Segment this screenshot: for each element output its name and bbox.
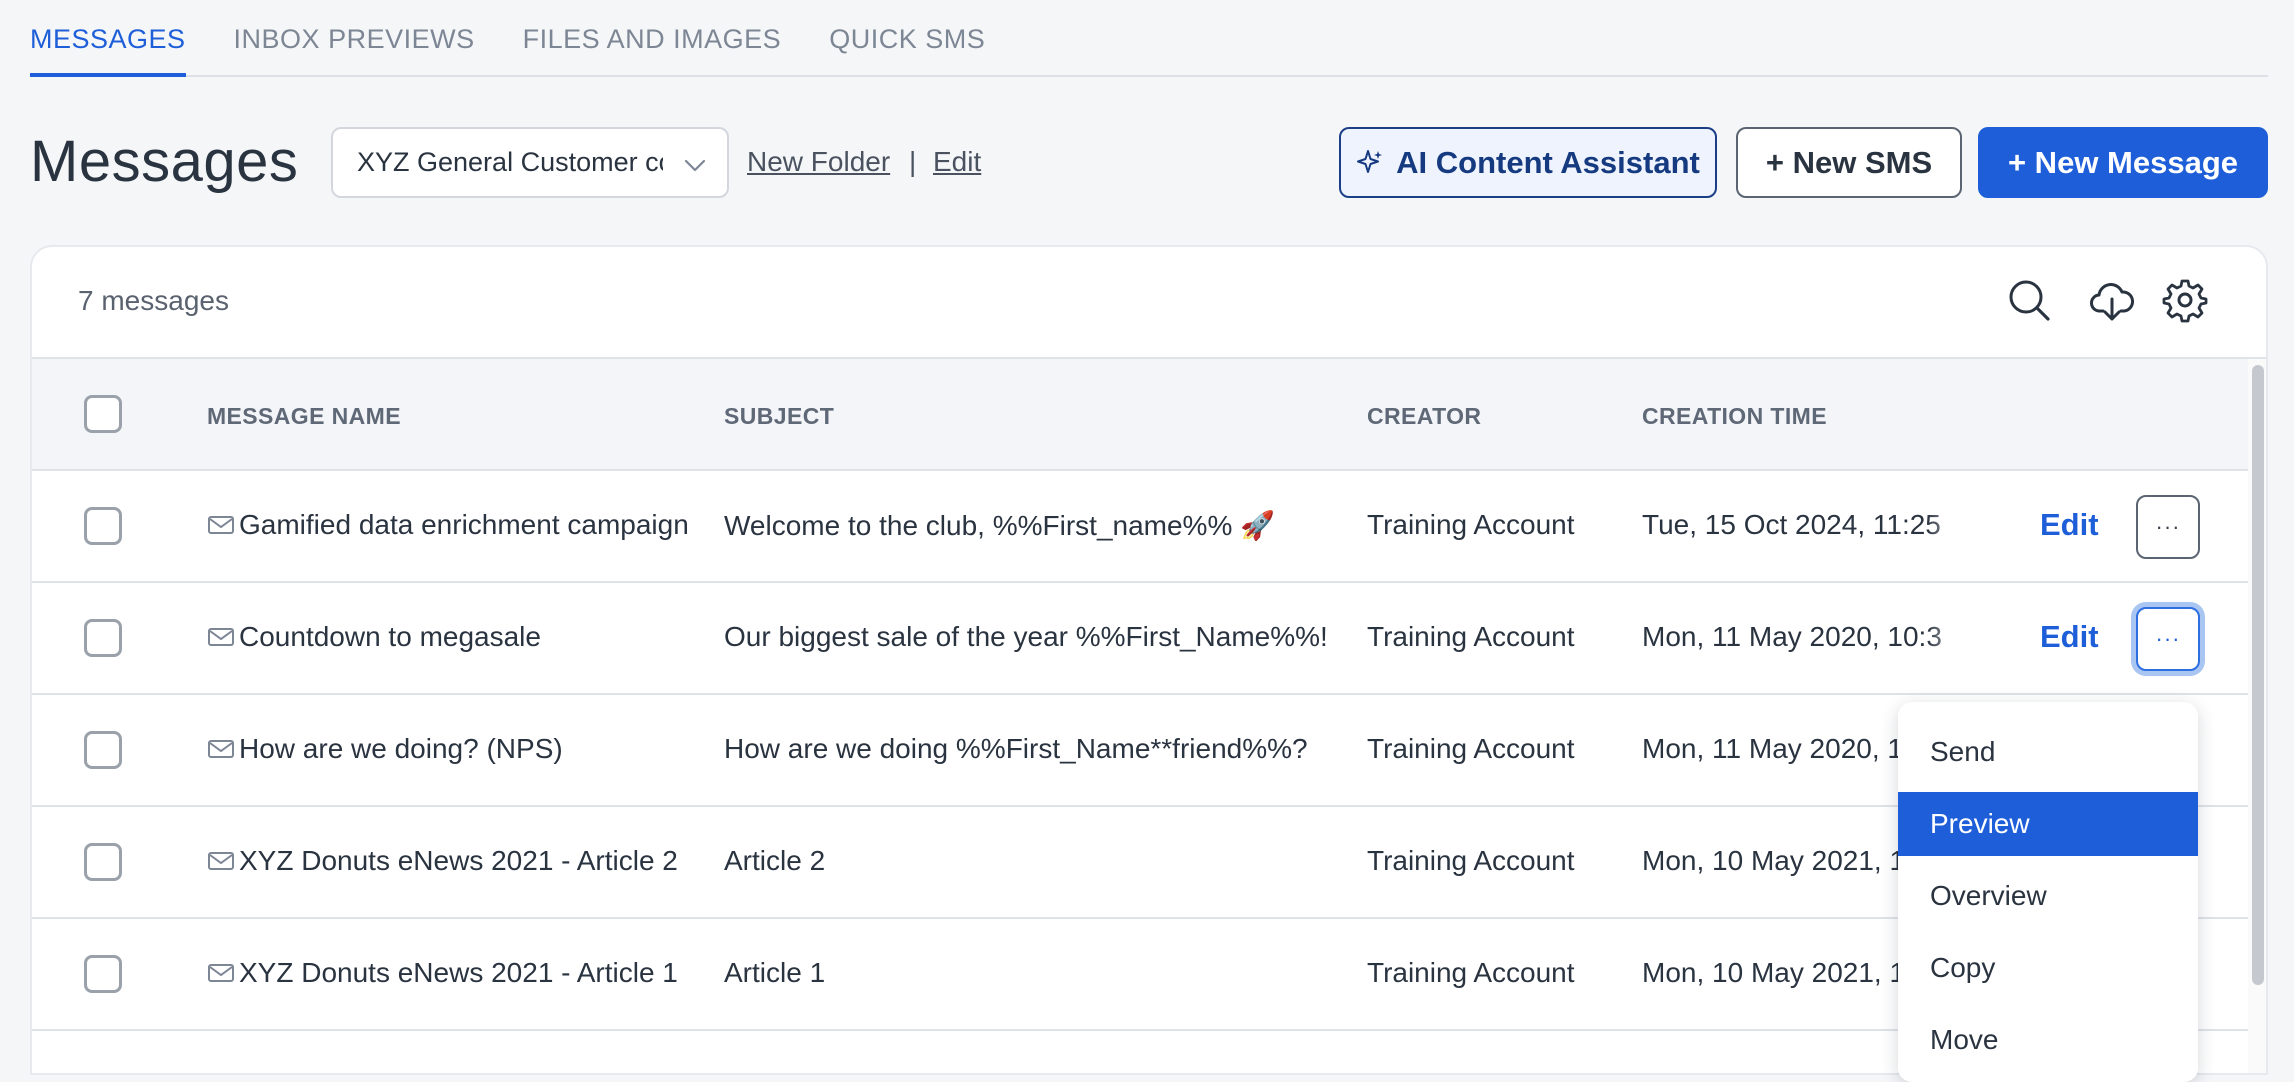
row-edit-link[interactable]: Edit — [2040, 619, 2099, 655]
subject-cell: Article 2 — [724, 845, 826, 876]
column-creator[interactable]: CREATOR — [1367, 403, 1481, 430]
new-sms-button[interactable]: + New SMS — [1736, 127, 1962, 198]
folder-select[interactable]: XYZ General Customer comms — [331, 127, 729, 198]
message-name: XYZ Donuts eNews 2021 - Article 2 — [239, 845, 678, 876]
subject-cell: How are we doing %%First_Name**friend%%? — [724, 733, 1308, 764]
row-checkbox[interactable] — [84, 619, 122, 657]
select-all-checkbox[interactable] — [84, 395, 122, 433]
column-message-name[interactable]: MESSAGE NAME — [207, 403, 401, 430]
ai-content-assistant-label: AI Content Assistant — [1396, 144, 1700, 180]
row-edit-link[interactable]: Edit — [2040, 507, 2099, 543]
ai-content-assistant-button[interactable]: AI Content Assistant — [1339, 127, 1717, 198]
edit-folder-link[interactable]: Edit — [933, 146, 981, 178]
subject-cell: Article 1 — [724, 957, 826, 988]
search-icon[interactable] — [2006, 277, 2052, 323]
tab-quick-sms[interactable]: QUICK SMS — [829, 24, 985, 77]
message-name: Gamified data enrichment campaign — [239, 509, 689, 540]
creation-time-cell: Mon, 11 May 2020, 10:3 — [1642, 621, 1942, 652]
creator-cell: Training Account — [1367, 845, 1575, 876]
envelope-icon — [208, 964, 234, 982]
message-name-cell[interactable]: XYZ Donuts eNews 2021 - Article 1 — [207, 957, 678, 989]
message-name-cell[interactable]: Countdown to megasale — [207, 621, 541, 653]
folder-select-value: XYZ General Customer comms — [357, 147, 663, 177]
subject-cell: Welcome to the club, %%First_name%% 🚀 — [724, 510, 1275, 541]
tab-inbox-previews[interactable]: INBOX PREVIEWS — [234, 24, 475, 77]
new-message-label: + New Message — [2007, 144, 2239, 180]
message-name-cell[interactable]: Gamified data enrichment campaign — [207, 509, 689, 541]
row-more-button[interactable]: ··· — [2136, 607, 2200, 671]
message-name: Countdown to megasale — [239, 621, 541, 652]
menu-item-overview[interactable]: Overview — [1898, 864, 2198, 928]
menu-item-send[interactable]: Send — [1898, 720, 2198, 784]
card-toolbar: 7 messages — [32, 247, 2266, 359]
envelope-icon — [208, 852, 234, 870]
message-name: XYZ Donuts eNews 2021 - Article 1 — [239, 957, 678, 988]
message-name: How are we doing? (NPS) — [239, 733, 563, 764]
creator-cell: Training Account — [1367, 509, 1575, 540]
cloud-download-icon[interactable] — [2089, 277, 2135, 323]
row-checkbox[interactable] — [84, 955, 122, 993]
table-row[interactable]: Countdown to megasale Our biggest sale o… — [32, 583, 2248, 695]
sparkle-icon — [1356, 149, 1384, 177]
message-name-cell[interactable]: XYZ Donuts eNews 2021 - Article 2 — [207, 845, 678, 877]
message-count: 7 messages — [78, 285, 229, 316]
envelope-icon — [208, 516, 234, 534]
subject-cell: Our biggest sale of the year %%First_Nam… — [724, 621, 1328, 652]
creator-cell: Training Account — [1367, 957, 1575, 988]
row-more-button[interactable]: ··· — [2136, 495, 2200, 559]
row-checkbox[interactable] — [84, 507, 122, 545]
message-name-cell[interactable]: How are we doing? (NPS) — [207, 733, 563, 765]
column-creation-time[interactable]: CREATION TIME — [1642, 403, 1827, 430]
tab-bar: MESSAGES INBOX PREVIEWS FILES AND IMAGES… — [30, 0, 2268, 77]
link-separator: | — [909, 146, 917, 177]
new-sms-label: + New SMS — [1765, 144, 1933, 180]
creator-cell: Training Account — [1367, 733, 1575, 764]
chevron-down-icon — [683, 153, 707, 177]
new-message-button[interactable]: + New Message — [1978, 127, 2268, 198]
envelope-icon — [208, 628, 234, 646]
row-checkbox[interactable] — [84, 843, 122, 881]
table-row[interactable]: Gamified data enrichment campaign Welcom… — [32, 471, 2248, 583]
creation-time-cell: Tue, 15 Oct 2024, 11:25 — [1642, 509, 1941, 540]
scrollbar-thumb[interactable] — [2252, 365, 2264, 985]
page-title: Messages — [30, 129, 299, 194]
tab-messages[interactable]: MESSAGES — [30, 24, 186, 77]
menu-item-copy[interactable]: Copy — [1898, 936, 2198, 1000]
tab-files-and-images[interactable]: FILES AND IMAGES — [523, 24, 782, 77]
row-actions-menu: Send Preview Overview Copy Move — [1898, 702, 2198, 1082]
row-checkbox[interactable] — [84, 731, 122, 769]
column-subject[interactable]: SUBJECT — [724, 403, 834, 430]
gear-icon[interactable] — [2162, 277, 2208, 323]
menu-item-move[interactable]: Move — [1898, 1008, 2198, 1072]
envelope-icon — [208, 740, 234, 758]
creator-cell: Training Account — [1367, 621, 1575, 652]
new-folder-link[interactable]: New Folder — [747, 146, 890, 178]
menu-item-preview[interactable]: Preview — [1898, 792, 2198, 856]
table-header: MESSAGE NAME SUBJECT CREATOR CREATION TI… — [32, 359, 2248, 471]
